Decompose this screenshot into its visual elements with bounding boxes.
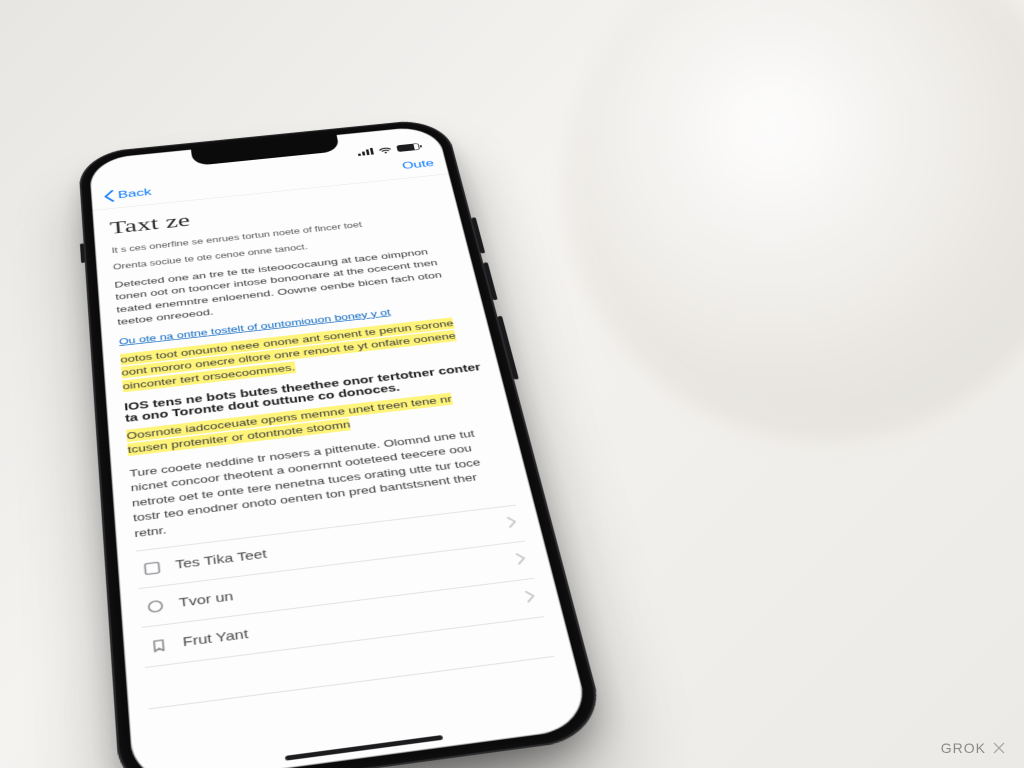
square-icon — [141, 561, 163, 577]
watermark: GROK — [941, 740, 1006, 756]
power-button — [497, 316, 519, 380]
circle-icon — [144, 598, 167, 614]
back-button[interactable]: Back — [103, 186, 152, 202]
nav-action-button[interactable]: Oute — [401, 157, 435, 171]
battery-icon — [396, 143, 420, 152]
volume-up-button — [471, 217, 485, 253]
chevron-right-icon — [516, 553, 528, 569]
silence-switch — [80, 243, 85, 263]
phone-frame: Back Oute Taxt ze It s ces onerfine se e… — [78, 117, 609, 768]
cellular-icon — [357, 148, 374, 156]
watermark-logo-icon — [992, 741, 1006, 755]
chevron-left-icon — [103, 190, 115, 203]
phone-screen: Back Oute Taxt ze It s ces onerfine se e… — [89, 125, 593, 768]
back-label: Back — [117, 186, 152, 201]
chevron-right-icon — [507, 516, 519, 532]
home-indicator[interactable] — [285, 735, 443, 761]
article-content: Taxt ze It s ces onerfine se enrues tort… — [92, 174, 573, 712]
blank-icon — [151, 685, 173, 688]
wifi-icon — [378, 146, 393, 154]
options-list: Tes Tika Teet Tvor un — [136, 505, 554, 710]
chevron-right-icon — [525, 590, 537, 607]
bookmark-icon — [147, 637, 170, 654]
volume-down-button — [483, 262, 498, 300]
watermark-text: GROK — [941, 740, 986, 756]
